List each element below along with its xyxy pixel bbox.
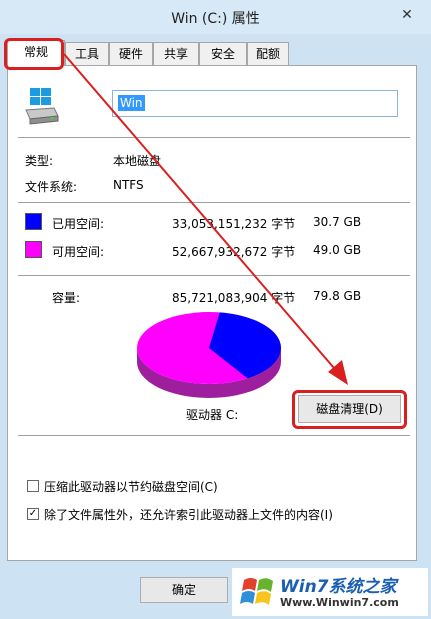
watermark-brand: Win7系统之家 [280, 577, 397, 597]
watermark-url: Www.Winwin7.com [280, 596, 399, 609]
watermark: Win7系统之家 Www.Winwin7.com [232, 568, 428, 616]
windows-logo-icon [240, 578, 273, 605]
annotation-arrow [63, 53, 348, 385]
